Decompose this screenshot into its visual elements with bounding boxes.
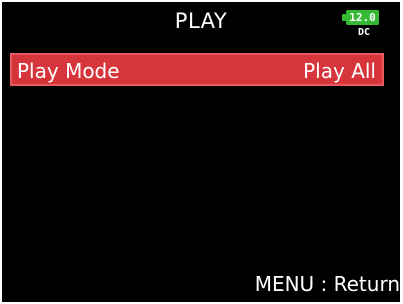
return-hint: MENU : Return	[254, 272, 400, 296]
power-indicator: 12.0 DC	[342, 10, 384, 44]
device-screen: PLAY 12.0 DC Play Mode Play All MENU : R…	[2, 2, 400, 302]
power-source-label: DC	[357, 27, 371, 38]
voltage-readout: 12.0	[349, 11, 376, 24]
menu-item-value: Play All	[303, 59, 376, 83]
screen-title: PLAY	[174, 9, 228, 33]
menu-item-label: Play Mode	[17, 59, 120, 83]
menu-item-play-mode[interactable]: Play Mode Play All	[10, 53, 384, 86]
